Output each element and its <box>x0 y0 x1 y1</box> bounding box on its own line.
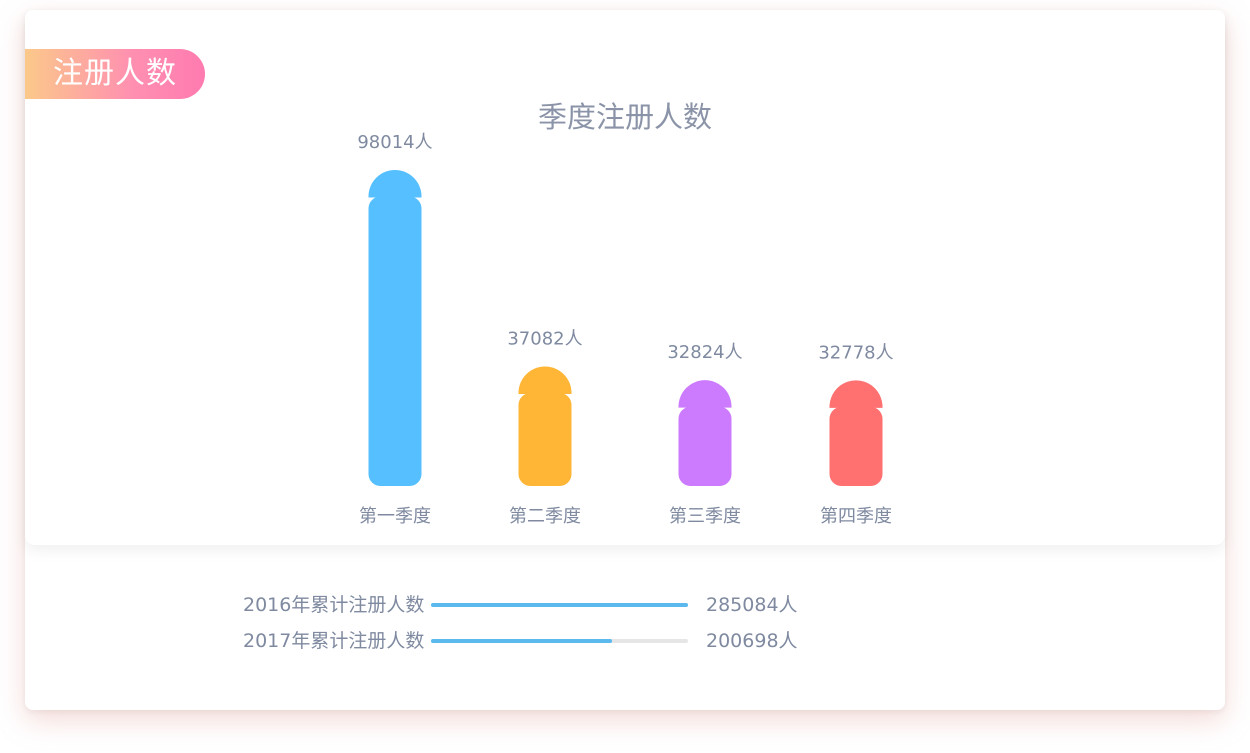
bar-value-label: 98014人 <box>357 132 432 153</box>
chart-panel: 注册人数 季度注册人数 98014人 第一季度 37082人 第二季度 32824人 第三… <box>25 10 1225 545</box>
bar-2 <box>518 392 572 486</box>
bar-value-label: 32778人 <box>818 342 893 363</box>
progress-track <box>431 639 688 643</box>
bar-value-label: 32824人 <box>667 342 742 363</box>
bar-cap-1 <box>368 170 422 198</box>
category-label: 第一季度 <box>359 506 431 527</box>
category-label: 第四季度 <box>820 506 892 527</box>
bar-value-label: 37082人 <box>507 328 582 349</box>
bar-cap-2 <box>518 366 572 394</box>
bar-4 <box>829 406 883 486</box>
bar-cap-4 <box>829 380 883 408</box>
summary-row-2017: 2017年累计注册人数 200698人 <box>25 626 1225 656</box>
bar-chart: 98014人第一季度 37082人第二季度 32824人第三季度 32778人第四季度 <box>357 132 893 527</box>
registration-card: 注册人数 季度注册人数 98014人 第一季度 37082人 第二季度 32824人 第三… <box>25 10 1225 710</box>
bar-3 <box>678 406 732 486</box>
progress-track <box>431 603 688 607</box>
summary-value: 200698人 <box>706 630 798 652</box>
category-label: 第三季度 <box>669 506 741 527</box>
summary-row-2016: 2016年累计注册人数 285084人 <box>25 590 1225 620</box>
bar-cap-3 <box>678 380 732 408</box>
category-label: 第二季度 <box>509 506 581 527</box>
summary-label: 2017年累计注册人数 <box>243 630 425 652</box>
summary-value: 285084人 <box>706 594 798 616</box>
summary-label: 2016年累计注册人数 <box>243 594 425 616</box>
bar-1 <box>368 196 422 486</box>
progress-fill <box>431 603 688 607</box>
progress-fill <box>431 639 612 643</box>
